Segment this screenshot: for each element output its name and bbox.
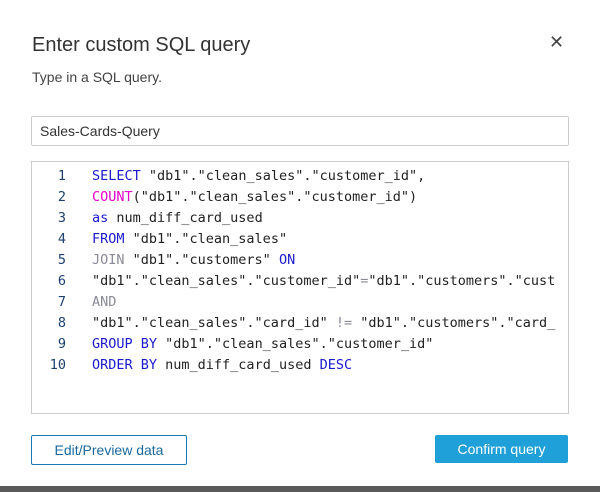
code-token: "db1"."clean_sales"."customer_id" [92,273,361,289]
code-token: != [335,315,353,331]
dialog-subtitle: Type in a SQL query. [32,69,162,85]
code-line: 6 "db1"."clean_sales"."customer_id"="db1"… [32,271,555,292]
code-line: 9 GROUP BY "db1"."clean_sales"."customer_… [32,334,434,355]
code-token: COUNT [92,189,133,205]
line-number: 5 [57,252,66,268]
edit-preview-button[interactable]: Edit/Preview data [31,435,187,465]
dialog-title: Enter custom SQL query [32,34,251,56]
code-token: GROUP BY [92,336,158,352]
code-line: 5 JOIN "db1"."customers" ON [32,250,295,271]
code-token: num_diff_card_used [108,210,263,226]
code-token: "db1"."customers" [124,252,279,268]
code-token: "db1"."customers"."card_ [352,315,556,331]
code-token: num_diff_card_used [157,357,320,373]
line-number: 8 [57,315,66,331]
line-number: 2 [57,189,66,205]
code-token: "db1"."clean_sales" [124,231,288,247]
code-line: 2 COUNT("db1"."clean_sales"."customer_id"… [32,187,417,208]
code-token: FROM [92,231,125,247]
code-token: "db1"."clean_sales"."customer_id" [157,336,434,352]
code-line: 8 "db1"."clean_sales"."card_id" != "db1".… [32,313,555,334]
code-token: DESC [319,357,353,373]
code-line: 1 SELECT "db1"."clean_sales"."customer_id… [32,166,425,187]
close-icon[interactable]: ✕ [549,32,564,53]
background-page [0,486,600,492]
sql-editor[interactable]: 1 SELECT "db1"."clean_sales"."customer_id… [31,161,569,414]
code-token: ORDER BY [92,357,158,373]
line-number: 3 [57,210,66,226]
code-token: "db1"."clean_sales"."card_id" [92,315,336,331]
code-token: AND [92,294,117,310]
custom-sql-dialog: Enter custom SQL query ✕ Type in a SQL q… [0,0,600,486]
code-line: 10 ORDER BY num_diff_card_used DESC [32,355,352,376]
line-number: 6 [57,273,66,289]
code-token: "db1"."customers"."cust [368,273,556,289]
code-token: ON [278,252,296,268]
line-number: 4 [57,231,66,247]
code-token: ("db1"."clean_sales"."customer_id") [132,189,418,205]
code-line: 3 as num_diff_card_used [32,208,263,229]
code-token: "db1"."clean_sales"."customer_id", [140,168,426,184]
confirm-query-button[interactable]: Confirm query [435,435,568,463]
line-number: 7 [57,294,66,310]
code-line: 4 FROM "db1"."clean_sales" [32,229,287,250]
line-number: 1 [57,168,66,184]
code-token: JOIN [92,252,125,268]
code-line: 7 AND [32,292,117,313]
line-number: 10 [49,357,66,373]
line-number: 9 [57,336,66,352]
code-token: as [92,210,109,226]
code-token: SELECT [92,168,141,184]
query-name-input[interactable] [31,116,569,146]
